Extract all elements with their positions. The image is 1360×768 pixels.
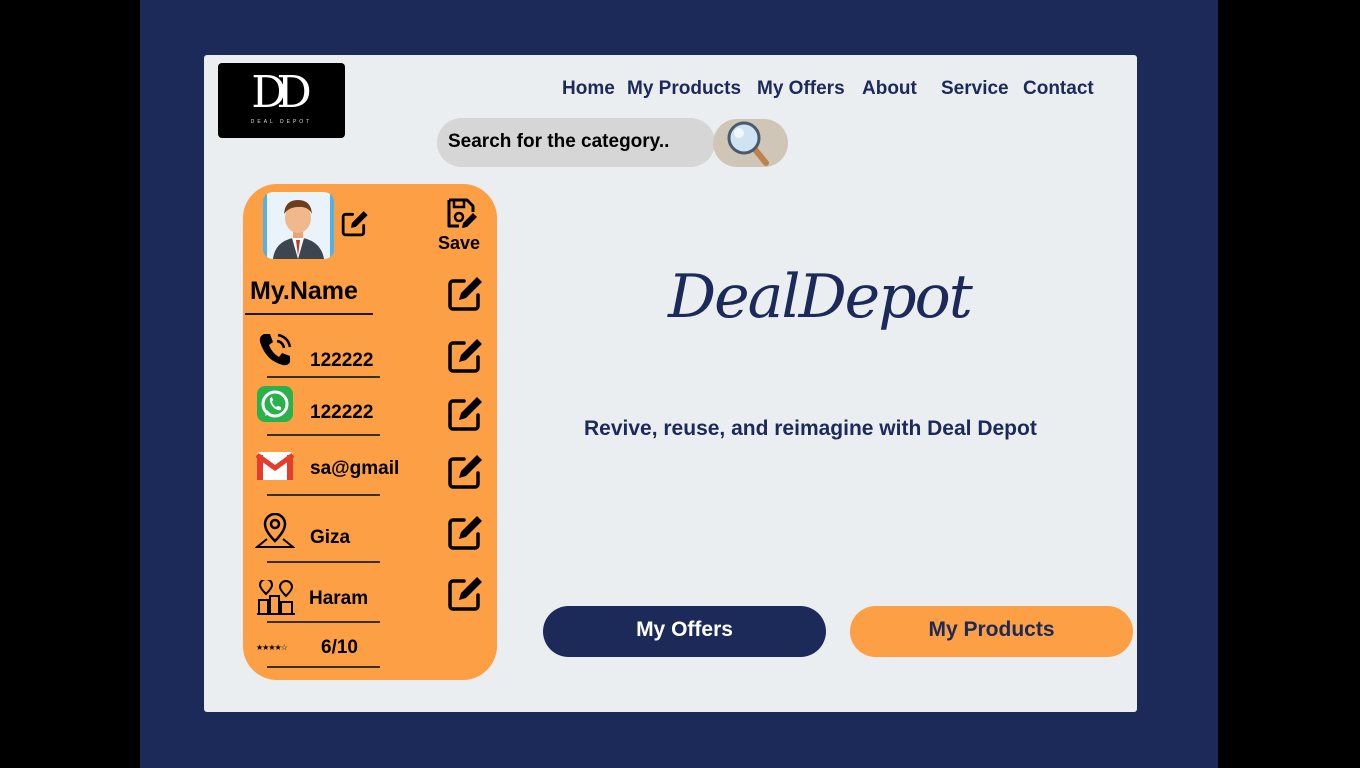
magnifier-icon [727, 121, 769, 166]
city-value: Giza [310, 527, 351, 548]
email-underline [267, 494, 380, 496]
phone-value: 122222 [310, 350, 374, 371]
search-input[interactable]: Search for the category.. [437, 118, 715, 167]
save-file-icon [447, 198, 477, 228]
name-underline [245, 313, 373, 315]
nav-contact[interactable]: Contact [1023, 78, 1094, 100]
profile-name: My.Name [250, 277, 358, 305]
my-offers-button[interactable]: My Offers [543, 606, 826, 657]
edit-phone-icon[interactable] [446, 337, 484, 375]
whatsapp-underline [267, 434, 380, 436]
edit-photo-icon[interactable] [340, 208, 370, 238]
location-pin-icon [255, 513, 295, 548]
logo-small-text: DEAL DEPOT [250, 119, 313, 125]
tagline: Revive, reuse, and reimagine with Deal D… [584, 417, 1037, 440]
rating-underline [267, 666, 380, 668]
user-avatar-icon [263, 192, 334, 259]
phone-icon [259, 333, 292, 366]
save-label: Save [438, 233, 481, 253]
district-underline [267, 621, 380, 623]
search-button[interactable] [713, 119, 788, 167]
edit-whatsapp-icon[interactable] [446, 395, 484, 433]
city-buildings-icon [257, 580, 295, 615]
avatar[interactable] [263, 192, 334, 259]
nav-my-products[interactable]: My Products [627, 78, 741, 100]
district-value: Haram [309, 588, 369, 609]
email-value: sa@gmail [310, 458, 400, 479]
city-underline [267, 561, 380, 563]
edit-city-icon[interactable] [446, 514, 484, 552]
my-products-button[interactable]: My Products [850, 606, 1133, 657]
rating-value: 6/10 [321, 637, 358, 658]
brand-title: DealDepot [668, 262, 973, 332]
deal-depot-logo[interactable]: DD DEAL DEPOT [218, 63, 345, 138]
nav-about[interactable]: About [862, 78, 917, 100]
rating-stars-icon: ★★★★☆ [256, 643, 288, 652]
edit-name-icon[interactable] [446, 275, 484, 313]
phone-underline [267, 376, 380, 378]
logo-monogram: DD [251, 67, 312, 118]
nav-service[interactable]: Service [941, 78, 1009, 100]
whatsapp-value: 122222 [310, 402, 374, 423]
nav-my-offers[interactable]: My Offers [757, 78, 845, 100]
nav-home[interactable]: Home [562, 78, 615, 100]
gmail-icon [256, 452, 294, 480]
whatsapp-icon [257, 386, 293, 422]
edit-district-icon[interactable] [446, 575, 484, 613]
edit-email-icon[interactable] [446, 453, 484, 491]
